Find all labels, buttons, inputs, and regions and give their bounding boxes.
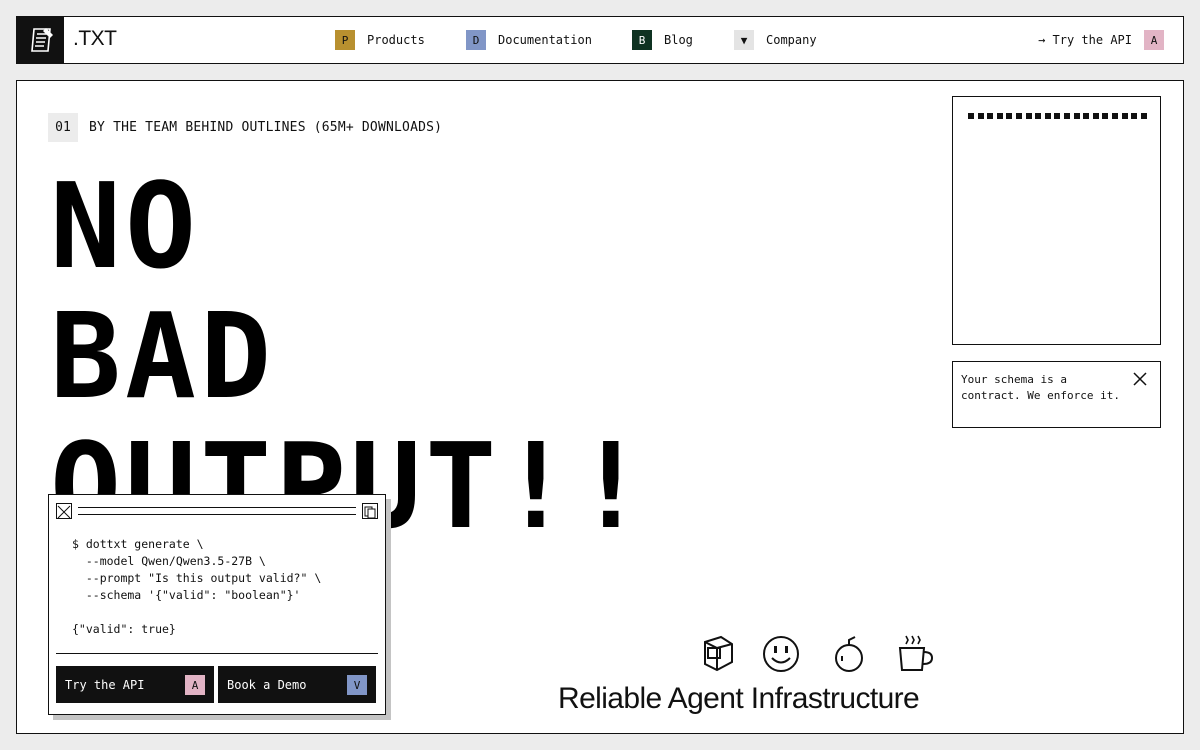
bomb-icon <box>835 636 863 672</box>
toast-message: Your schema is a contract. We enforce it… <box>961 373 1120 402</box>
book-demo-button[interactable]: Book a Demo V <box>218 666 376 703</box>
try-api-button[interactable]: Try the API A <box>56 666 214 703</box>
nav-key-products: P <box>335 30 355 50</box>
eyebrow-number: 01 <box>48 113 78 142</box>
notebook-logo-icon <box>30 28 53 52</box>
nav-blog[interactable]: B Blog <box>632 30 693 50</box>
nav-company[interactable]: ▼ Company <box>734 30 817 50</box>
pixel-dots-row <box>968 113 1147 119</box>
smiley-icon <box>763 636 799 672</box>
brand-name[interactable]: .TXT <box>73 27 117 51</box>
terminal-title-bar[interactable] <box>56 503 378 519</box>
try-api-label: Try the API <box>65 677 145 692</box>
nav-products[interactable]: P Products <box>335 30 425 50</box>
nav-key-documentation: D <box>466 30 486 50</box>
top-nav: .TXT P Products D Documentation B Blog ▼… <box>16 16 1184 64</box>
copy-icon <box>364 506 376 519</box>
terminal-window: $ dottxt generate \ --model Qwen/Qwen3.5… <box>48 494 386 715</box>
nav-blog-label: Blog <box>664 33 693 47</box>
headline: NO BAD OUTPUT!! <box>50 157 646 551</box>
try-api-key: A <box>185 675 205 695</box>
nav-company-label: Company <box>766 33 817 47</box>
hero-section: 01 BY THE TEAM BEHIND OUTLINES (65M+ DOW… <box>16 80 1184 734</box>
book-demo-label: Book a Demo <box>227 677 307 692</box>
coffee-cup-icon <box>898 635 934 671</box>
try-api-nav-label: → Try the API <box>1038 33 1132 47</box>
eyebrow-text: BY THE TEAM BEHIND OUTLINES (65M+ DOWNLO… <box>89 120 443 135</box>
nav-documentation[interactable]: D Documentation <box>466 30 592 50</box>
try-api-nav-button[interactable]: → Try the API A <box>1038 30 1164 50</box>
book-demo-key: V <box>347 675 367 695</box>
close-icon[interactable] <box>1133 372 1147 386</box>
nav-products-label: Products <box>367 33 425 47</box>
terminal-copy-button[interactable] <box>362 503 378 519</box>
title-bar-stripes <box>78 507 356 515</box>
terminal-close-button[interactable] <box>56 503 72 519</box>
feature-icons <box>697 634 942 678</box>
terminal-code: $ dottxt generate \ --model Qwen/Qwen3.5… <box>72 537 322 636</box>
headline-line-1: NO <box>50 157 201 295</box>
schema-toast: Your schema is a contract. We enforce it… <box>952 361 1161 428</box>
headline-line-2: BAD <box>50 287 276 425</box>
nav-key-blog: B <box>632 30 652 50</box>
computer-icon <box>704 635 733 672</box>
tagline: Reliable Agent Infrastructure <box>558 682 920 715</box>
close-icon <box>57 505 71 519</box>
terminal-divider <box>56 653 378 654</box>
logo[interactable] <box>17 17 64 63</box>
chevron-down-icon: ▼ <box>734 30 754 50</box>
nav-documentation-label: Documentation <box>498 33 592 47</box>
try-api-nav-key: A <box>1144 30 1164 50</box>
animation-preview-panel <box>952 96 1161 345</box>
